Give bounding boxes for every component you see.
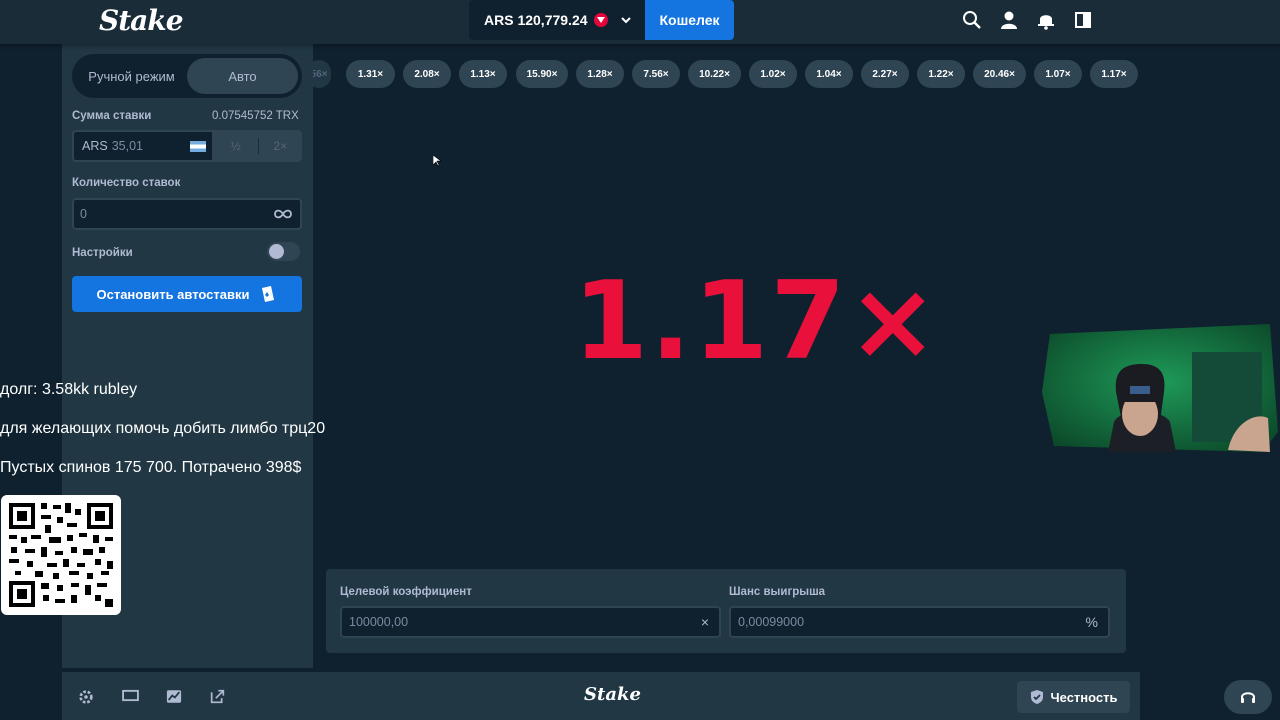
- top-bar: Stake ARS 120,779.24 Кошелек: [0, 0, 1280, 44]
- multiplier-suffix-icon: ×: [700, 614, 709, 630]
- half-bet-button[interactable]: ½: [214, 130, 258, 162]
- win-chance-input[interactable]: 0,00099000 %: [729, 606, 1110, 638]
- wallet-button[interactable]: Кошелек: [645, 0, 734, 40]
- overlay-debt-text: долг: 3.58kk rubley: [0, 381, 138, 398]
- history-pill: 7.56×: [632, 60, 680, 88]
- bet-amount-value: 35,01: [111, 139, 143, 153]
- streamer-webcam: [1042, 322, 1278, 452]
- mouse-cursor-icon: [433, 155, 441, 167]
- game-footer: Stake Честность: [62, 672, 1140, 720]
- tab-manual[interactable]: Ручной режим: [76, 58, 187, 94]
- balance-amount: ARS 120,779.24: [484, 12, 588, 28]
- popout-icon[interactable]: [210, 689, 228, 704]
- support-chat-button[interactable]: [1224, 680, 1272, 714]
- qr-code: [1, 495, 121, 615]
- cards-icon: [261, 286, 274, 302]
- history-pill: 1.02×: [749, 60, 797, 88]
- history-pill: 20.46×: [973, 60, 1026, 88]
- stake-logo[interactable]: Stake: [99, 4, 184, 37]
- win-chance-value: 0,00099000: [738, 615, 805, 629]
- history-pill: 1.07×: [1034, 60, 1082, 88]
- chevron-down-icon: [620, 17, 631, 24]
- theater-mode-icon[interactable]: [122, 689, 140, 703]
- user-icon[interactable]: [999, 10, 1020, 31]
- bet-amount-input[interactable]: ARS 35,01: [72, 130, 214, 162]
- settings-label: Настройки: [72, 247, 133, 259]
- history-pill: 56×: [313, 60, 331, 88]
- history-pill: 1.13×: [459, 60, 507, 88]
- target-multiplier-label: Целевой коэффициент: [340, 586, 472, 598]
- history-pill: 2.27×: [861, 60, 909, 88]
- headset-icon: [1241, 692, 1255, 703]
- bet-amount-crypto: 0.07545752 TRX: [212, 110, 299, 122]
- target-multiplier-input[interactable]: 100000,00 ×: [340, 606, 721, 638]
- bet-amount-row: ARS 35,01 ½ 2×: [72, 130, 302, 162]
- bet-count-value: 0: [80, 207, 87, 221]
- history-pill: 1.17×: [1090, 60, 1138, 88]
- bet-count-label: Количество ставок: [72, 177, 181, 189]
- win-chance-label: Шанс выигрыша: [729, 586, 826, 598]
- limbo-controls: Целевой коэффициент 100000,00 × Шанс выи…: [326, 569, 1126, 653]
- result-multiplier: 1.17×: [573, 259, 940, 384]
- argentina-flag-icon: [190, 141, 206, 152]
- shield-check-icon: [1030, 690, 1043, 704]
- overlay-donation-text: для желающих помочь добить лимбо трц20: [0, 420, 326, 437]
- balance-selector[interactable]: ARS 120,779.24: [469, 0, 646, 40]
- history-pill: 1.04×: [805, 60, 853, 88]
- mode-switcher: Ручной режим Авто: [72, 54, 302, 98]
- target-multiplier-value: 100000,00: [349, 615, 409, 629]
- infinity-icon[interactable]: [274, 207, 292, 221]
- stop-autobet-label: Остановить автоставки: [96, 286, 250, 302]
- history-pill: 10.22×: [688, 60, 741, 88]
- fairness-label: Честность: [1050, 689, 1118, 705]
- fairness-button[interactable]: Честность: [1017, 681, 1130, 713]
- search-icon[interactable]: [962, 10, 983, 31]
- history-pill: 1.22×: [917, 60, 965, 88]
- bell-icon[interactable]: [1036, 10, 1057, 31]
- double-bet-button[interactable]: 2×: [259, 130, 303, 162]
- trx-currency-icon: [593, 13, 608, 27]
- history-pill: 1.28×: [576, 60, 624, 88]
- history-pill: 2.08×: [403, 60, 451, 88]
- settings-toggle[interactable]: [267, 242, 300, 261]
- bet-amount-label: Сумма ставки: [72, 110, 152, 122]
- settings-icon[interactable]: [78, 689, 96, 704]
- sidebar-toggle-icon[interactable]: [1073, 10, 1094, 31]
- stop-autobet-button[interactable]: Остановить автоставки: [72, 276, 302, 312]
- bet-currency: ARS: [82, 139, 108, 153]
- game-area: 56× 1.31× 2.08× 1.13× 15.90× 1.28× 7.56×…: [313, 44, 1140, 668]
- footer-logo: Stake: [584, 684, 641, 705]
- result-history: 56× 1.31× 2.08× 1.13× 15.90× 1.28× 7.56×…: [313, 60, 1140, 88]
- bet-count-input[interactable]: 0: [72, 198, 302, 230]
- percent-suffix-icon: %: [1085, 614, 1098, 630]
- tab-auto[interactable]: Авто: [187, 58, 298, 94]
- overlay-spins-text: Пустых спинов 175 700. Потрачено 398$: [0, 459, 302, 476]
- stats-icon[interactable]: [166, 689, 184, 703]
- history-pill: 1.31×: [346, 60, 395, 88]
- history-pill: 15.90×: [516, 60, 568, 88]
